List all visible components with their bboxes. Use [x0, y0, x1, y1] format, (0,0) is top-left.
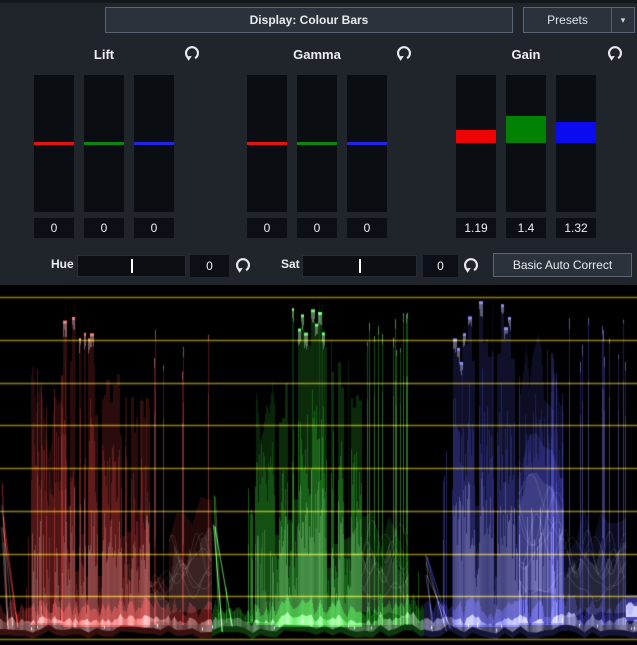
hue-slider-marker[interactable]: [131, 259, 133, 273]
reset-sat-button[interactable]: [462, 256, 480, 274]
reset-gain-button[interactable]: [606, 44, 624, 62]
section-gamma: Gamma 0 0 0: [247, 44, 413, 240]
reset-hue-button[interactable]: [234, 256, 252, 274]
section-lift: Lift 0 0 0: [34, 44, 201, 240]
gamma-blue-slider[interactable]: [347, 75, 387, 212]
lift-green-slider[interactable]: [84, 75, 124, 212]
basic-auto-correct-button[interactable]: Basic Auto Correct: [493, 253, 632, 277]
lift-blue-value[interactable]: 0: [134, 218, 174, 238]
slider-handle[interactable]: [247, 142, 287, 145]
sat-label: Sat: [281, 257, 300, 271]
gain-blue-slider[interactable]: [556, 75, 596, 212]
reset-lift-button[interactable]: [183, 44, 201, 62]
section-gain: Gain 1.19 1.4 1.32: [456, 44, 624, 240]
waveform-scope: [0, 285, 637, 645]
lift-blue-slider[interactable]: [134, 75, 174, 212]
gain-blue-value[interactable]: 1.32: [556, 218, 596, 238]
section-title: Lift: [34, 47, 174, 62]
top-strip: [0, 0, 637, 3]
presets-label[interactable]: Presets: [524, 8, 612, 32]
slider-handle[interactable]: [347, 142, 387, 145]
reset-gamma-button[interactable]: [395, 44, 413, 62]
gain-green-slider[interactable]: [506, 75, 546, 212]
gamma-blue-value[interactable]: 0: [347, 218, 387, 238]
colour-correction-panel: Display: Colour Bars Presets ▾ Lift 0 0 …: [0, 0, 637, 285]
gamma-red-value[interactable]: 0: [247, 218, 287, 238]
waveform-canvas: [0, 285, 637, 645]
slider-handle[interactable]: [84, 142, 124, 145]
sat-slider-marker[interactable]: [359, 259, 361, 273]
section-title: Gain: [456, 47, 596, 62]
slider-handle[interactable]: [506, 116, 546, 143]
gain-red-slider[interactable]: [456, 75, 496, 212]
section-title: Gamma: [247, 47, 387, 62]
gamma-green-slider[interactable]: [297, 75, 337, 212]
lift-red-value[interactable]: 0: [34, 218, 74, 238]
hue-label: Hue: [51, 257, 74, 271]
slider-handle[interactable]: [297, 142, 337, 145]
slider-handle[interactable]: [34, 142, 74, 145]
lift-green-value[interactable]: 0: [84, 218, 124, 238]
sat-slider[interactable]: [302, 255, 417, 277]
presets-dropdown[interactable]: Presets ▾: [523, 7, 635, 33]
gamma-red-slider[interactable]: [247, 75, 287, 212]
slider-handle[interactable]: [134, 142, 174, 145]
display-mode-button[interactable]: Display: Colour Bars: [105, 7, 513, 33]
slider-handle[interactable]: [456, 130, 496, 143]
hue-value[interactable]: 0: [190, 255, 229, 277]
hue-slider[interactable]: [77, 255, 186, 277]
gamma-green-value[interactable]: 0: [297, 218, 337, 238]
slider-handle[interactable]: [556, 122, 596, 143]
sat-value[interactable]: 0: [423, 255, 458, 277]
hue-sat-row: Hue 0 Sat 0 Basic Auto Correct: [0, 253, 637, 277]
gain-red-value[interactable]: 1.19: [456, 218, 496, 238]
gain-green-value[interactable]: 1.4: [506, 218, 546, 238]
chevron-down-icon[interactable]: ▾: [612, 8, 634, 32]
lift-red-slider[interactable]: [34, 75, 74, 212]
